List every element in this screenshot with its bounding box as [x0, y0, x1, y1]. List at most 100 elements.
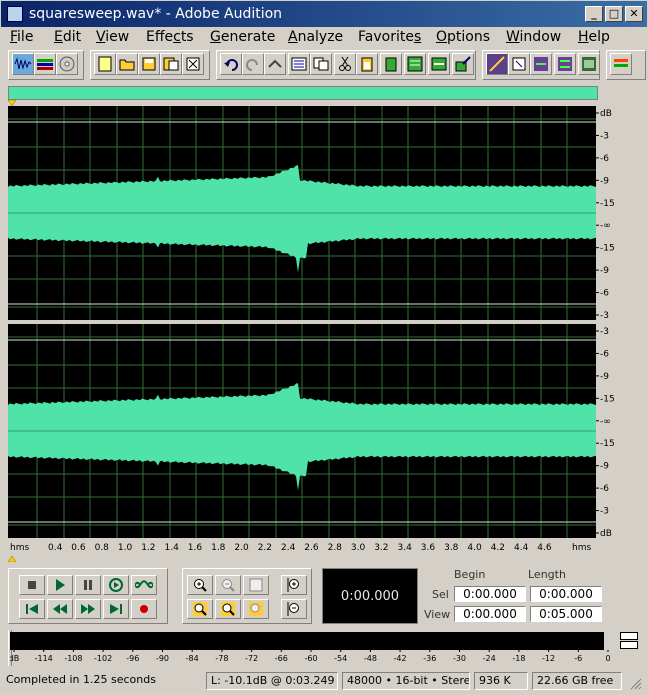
- menu-window[interactable]: Window: [502, 28, 565, 48]
- show-edit-icon[interactable]: [452, 53, 474, 75]
- zoom-in-horizontal-button[interactable]: [187, 575, 213, 595]
- clip-indicator-left[interactable]: [620, 632, 638, 640]
- status-size: 936 K: [474, 672, 528, 690]
- meter-scale-label: -18: [512, 654, 525, 663]
- zoom-to-left-button[interactable]: [187, 599, 213, 619]
- sel-label: Sel: [432, 588, 449, 601]
- zoom-out-vertical-button[interactable]: [281, 599, 307, 619]
- menu-generate[interactable]: Generate: [206, 28, 279, 48]
- zoom-panel: [182, 568, 312, 624]
- waveform-view-icon[interactable]: [12, 53, 34, 75]
- zoom-out-full-button[interactable]: [243, 575, 269, 595]
- scale-label: -∞: [600, 417, 611, 427]
- ruler-label: 2.0: [234, 543, 249, 553]
- menu-options[interactable]: Options: [432, 28, 494, 48]
- time-ruler[interactable]: hms 0.4 0.6 0.8 1.0 1.2 1.4 1.6 1.8 2.0 2.2 2.4 2.6 2…: [8, 538, 596, 554]
- go-to-beginning-button[interactable]: [19, 599, 45, 619]
- meter-scale-label: -48: [364, 654, 377, 663]
- open-icon[interactable]: [116, 53, 138, 75]
- meter-scale-label: -90: [156, 654, 169, 663]
- trim-icon[interactable]: [428, 53, 450, 75]
- ruler-label: 4.6: [537, 543, 552, 553]
- ruler-label: 4.4: [514, 543, 529, 553]
- selection-length-field[interactable]: 0:00.000: [530, 586, 602, 602]
- meter-scale-label: -54: [334, 654, 347, 663]
- menu-edit[interactable]: Edit: [50, 28, 85, 48]
- spectral-pan-icon[interactable]: [554, 53, 576, 75]
- stop-button[interactable]: [19, 575, 45, 595]
- resize-grip-icon[interactable]: [628, 676, 642, 690]
- meter-scale-label: -66: [275, 654, 288, 663]
- menu-analyze[interactable]: Analyze: [284, 28, 347, 48]
- view-begin-field[interactable]: 0:00.000: [454, 606, 526, 622]
- maximize-button[interactable]: □: [605, 6, 623, 22]
- envelope-icon[interactable]: [486, 53, 508, 75]
- zoom-in-vertical-button[interactable]: [281, 575, 307, 595]
- status-bar: Completed in 1.25 seconds L: -10.1dB @ 0…: [0, 672, 648, 692]
- begin-header: Begin: [454, 568, 486, 581]
- zoom-to-selection-button[interactable]: [243, 599, 269, 619]
- close-file-icon[interactable]: [182, 53, 204, 75]
- status-level: L: -10.1dB @ 0:03.249: [206, 672, 338, 690]
- pause-button[interactable]: [75, 575, 101, 595]
- meter-scale-label: -30: [453, 654, 466, 663]
- channel-right[interactable]: -3 -6 -9 -15 -∞ -15 -9 -6 -3 dB: [8, 324, 638, 538]
- repeat-icon[interactable]: [264, 53, 286, 75]
- fast-forward-button[interactable]: [75, 599, 101, 619]
- minimize-button[interactable]: _: [585, 6, 603, 22]
- channel-left[interactable]: dB -3 -6 -9 -15 -∞ -15 -9 -6 -3: [8, 106, 638, 321]
- new-icon[interactable]: [94, 53, 116, 75]
- record-button[interactable]: [131, 599, 157, 619]
- menu-bar: File Edit View Effects Generate Analyze Favori…: [0, 28, 648, 48]
- clip-indicator-right[interactable]: [620, 641, 638, 649]
- loop-button[interactable]: [131, 575, 157, 595]
- overview-bar[interactable]: [8, 86, 598, 100]
- go-to-end-button[interactable]: [103, 599, 129, 619]
- meter-scale-label: 0: [605, 654, 610, 663]
- selection-begin-field[interactable]: 0:00.000: [454, 586, 526, 602]
- spectral-icon[interactable]: [508, 53, 530, 75]
- meter-scale-label: -12: [542, 654, 555, 663]
- status-free-space: 22.66 GB free: [532, 672, 622, 690]
- ruler-label: 3.8: [444, 543, 459, 553]
- pan-icon[interactable]: [530, 53, 552, 75]
- cd-view-icon[interactable]: [56, 53, 78, 75]
- ruler-label: 0.4: [48, 543, 63, 553]
- save-as-icon[interactable]: [160, 53, 182, 75]
- ruler-label: 3.0: [351, 543, 366, 553]
- spectral-phase-icon[interactable]: [578, 53, 600, 75]
- menu-favorites[interactable]: Favorites: [354, 28, 425, 48]
- multitrack-view-icon[interactable]: [34, 53, 56, 75]
- waveform-display[interactable]: dB -3 -6 -9 -15 -∞ -15 -9 -6 -3 -3 -6 -9 -15 -∞ -15 -9 -6…: [8, 106, 638, 538]
- save-icon[interactable]: [138, 53, 160, 75]
- end-marker-icon[interactable]: [8, 554, 20, 562]
- zoom-out-horizontal-button[interactable]: [215, 575, 241, 595]
- meters-icon[interactable]: [610, 53, 632, 75]
- paste-new-icon[interactable]: [380, 53, 402, 75]
- ruler-label: 4.2: [491, 543, 505, 553]
- scale-label: -6: [600, 289, 609, 299]
- ruler-label: 3.6: [421, 543, 436, 553]
- play-to-end-button[interactable]: [103, 575, 129, 595]
- paste-icon[interactable]: [356, 53, 378, 75]
- close-button[interactable]: ✕: [625, 6, 643, 22]
- mix-paste-icon[interactable]: [404, 53, 426, 75]
- rewind-button[interactable]: [47, 599, 73, 619]
- menu-file[interactable]: File: [6, 28, 37, 48]
- menu-effects[interactable]: Effects: [142, 28, 198, 48]
- cut-icon[interactable]: [334, 53, 356, 75]
- undo-icon[interactable]: [220, 53, 242, 75]
- scale-label: -3: [600, 311, 609, 321]
- copy-new-icon[interactable]: [310, 53, 332, 75]
- status-message: Completed in 1.25 seconds: [6, 673, 156, 686]
- zoom-to-right-button[interactable]: [215, 599, 241, 619]
- play-button[interactable]: [47, 575, 73, 595]
- app-icon[interactable]: [7, 6, 23, 22]
- menu-help[interactable]: Help: [574, 28, 614, 48]
- menu-view[interactable]: View: [92, 28, 133, 48]
- scale-label: -15: [600, 439, 615, 449]
- view-length-field[interactable]: 0:05.000: [530, 606, 602, 622]
- redo-icon[interactable]: [242, 53, 264, 75]
- scale-label: -∞: [600, 221, 611, 231]
- copy-icon[interactable]: [288, 53, 310, 75]
